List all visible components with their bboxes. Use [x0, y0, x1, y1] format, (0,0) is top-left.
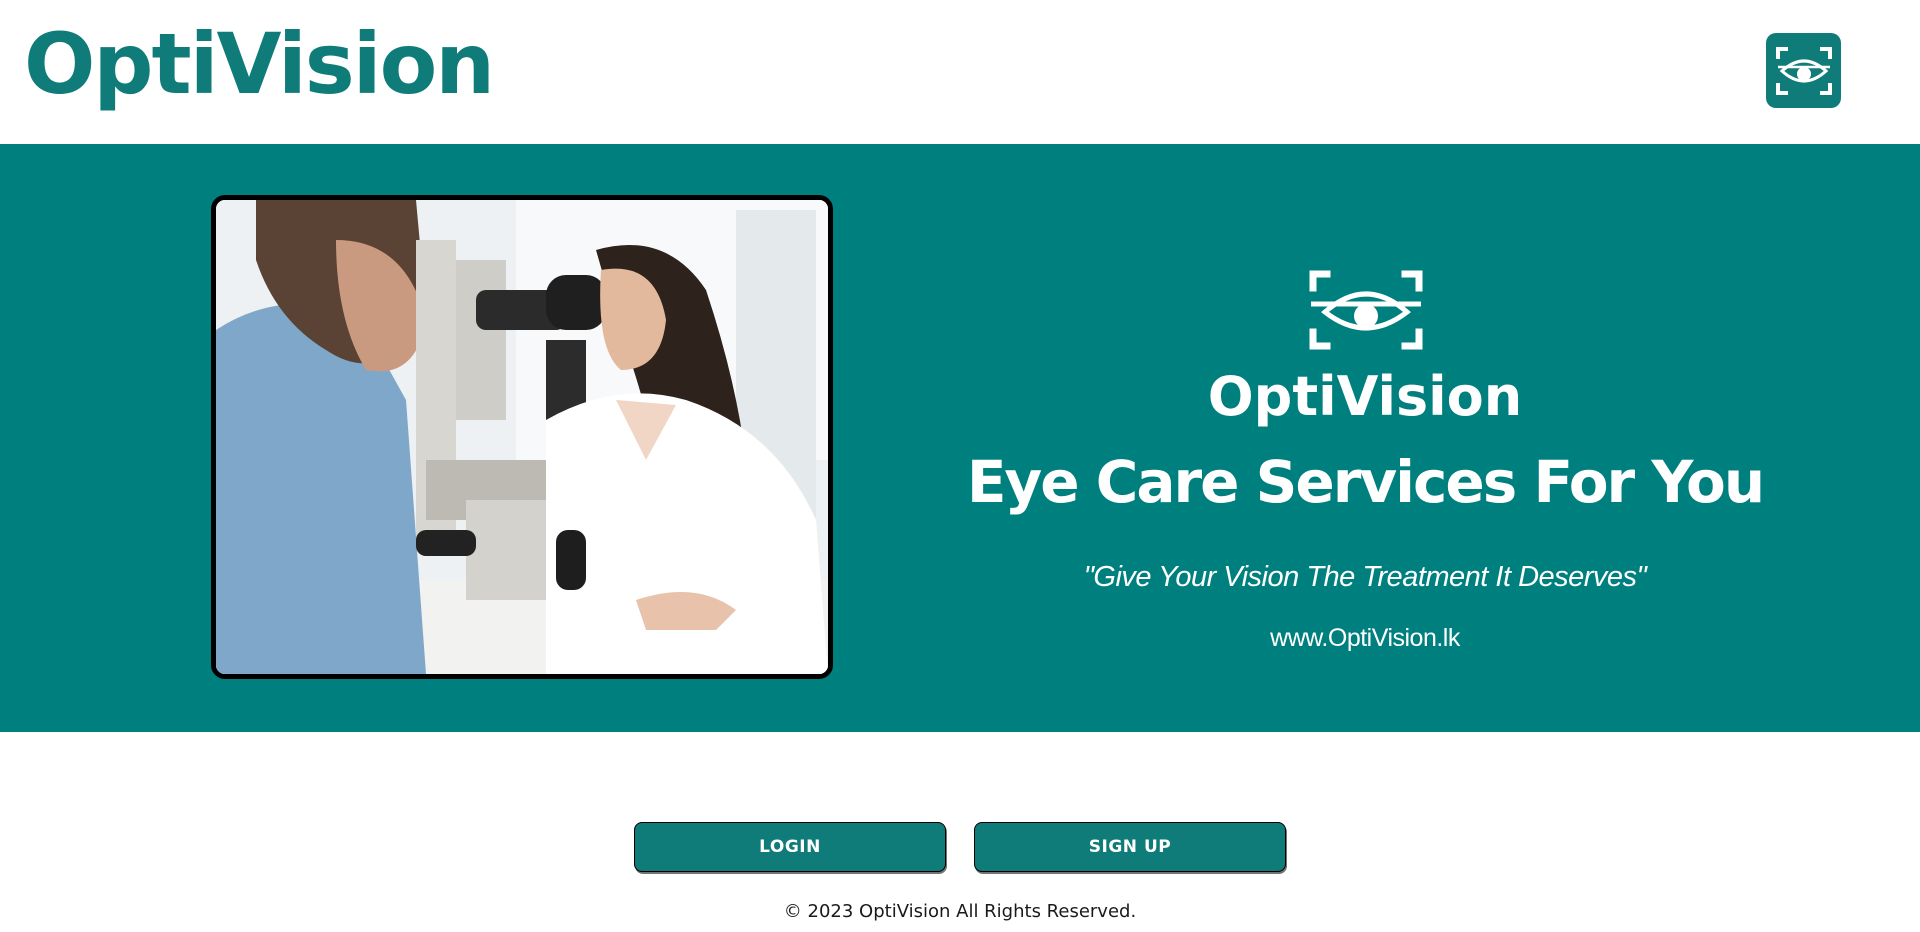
site-header: OptiVision: [0, 0, 1920, 144]
hero-banner: OptiVision Eye Care Services For You "Gi…: [0, 144, 1920, 732]
auth-actions: LOGIN SIGN UP: [0, 822, 1920, 874]
website-url[interactable]: www.OptiVision.lk: [960, 622, 1770, 654]
eye-exam-photo: [211, 195, 833, 679]
hero-tagline: "Give Your Vision The Treatment It Deser…: [1083, 561, 1647, 593]
site-logo-text[interactable]: OptiVision: [24, 8, 495, 120]
login-button[interactable]: LOGIN: [634, 822, 946, 872]
eye-scan-icon: [1309, 270, 1423, 350]
eye-scan-icon: [1775, 46, 1832, 95]
signup-button[interactable]: SIGN UP: [974, 822, 1286, 872]
header-logo-button[interactable]: [1766, 33, 1841, 108]
footer-copyright: © 2023 OptiVision All Rights Reserved.: [783, 901, 1137, 922]
hero-headline: Eye Care Services For You: [966, 448, 1765, 516]
hero-text-block: OptiVision Eye Care Services For You "Gi…: [960, 144, 1770, 732]
hero-brand-name: OptiVision: [1207, 365, 1523, 428]
